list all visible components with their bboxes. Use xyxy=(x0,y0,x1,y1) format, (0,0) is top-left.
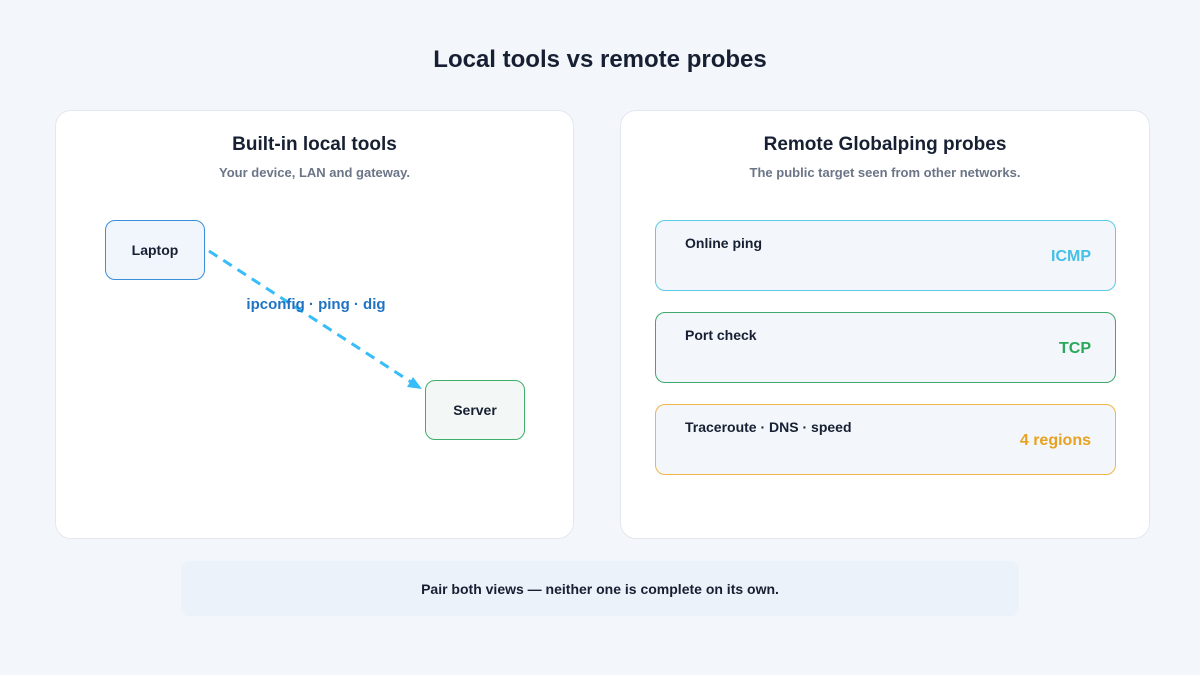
server-node: Server xyxy=(425,380,525,440)
probe-name: Online ping xyxy=(685,235,762,251)
probe-name: Traceroute · DNS · speed xyxy=(685,419,852,435)
laptop-node: Laptop xyxy=(105,220,205,280)
probe-name: Port check xyxy=(685,327,757,343)
probe-tag: TCP xyxy=(1059,340,1091,357)
probe-card-port: Port check TCP xyxy=(655,312,1116,383)
footer-note: Pair both views — neither one is complet… xyxy=(181,561,1019,616)
connector-arrow xyxy=(208,249,422,389)
arrowhead-icon xyxy=(407,377,422,389)
probe-tag: ICMP xyxy=(1051,248,1091,265)
probe-card-traceroute: Traceroute · DNS · speed 4 regions xyxy=(655,404,1116,475)
probe-card-ping: Online ping ICMP xyxy=(655,220,1116,291)
local-tools-panel: Built-in local tools Your device, LAN an… xyxy=(55,110,574,539)
remote-probes-subtitle: The public target seen from other networ… xyxy=(749,165,1021,180)
connector-line xyxy=(208,249,412,384)
page-title: Local tools vs remote probes xyxy=(433,46,767,73)
tools-edge-label: ipconfig · ping · dig xyxy=(246,296,386,313)
probe-tag: 4 regions xyxy=(1019,432,1091,449)
remote-probes-panel: Remote Globalping probes The public targ… xyxy=(620,110,1150,539)
remote-probes-title: Remote Globalping probes xyxy=(763,134,1007,155)
